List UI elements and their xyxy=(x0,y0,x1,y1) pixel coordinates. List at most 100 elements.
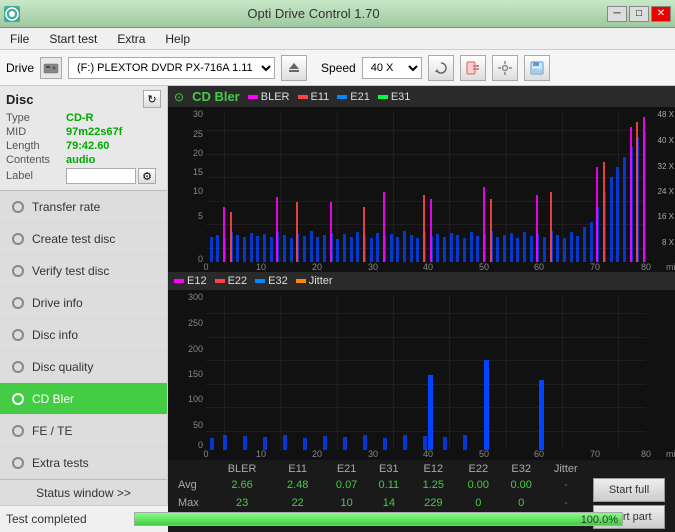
disc-contents-label: Contents xyxy=(6,154,66,166)
svg-text:0: 0 xyxy=(203,449,208,459)
disc-length-label: Length xyxy=(6,140,66,152)
svg-text:25: 25 xyxy=(193,129,203,139)
disc-mid-row: MID 97m22s67f xyxy=(6,126,161,138)
avg-e31: 0.11 xyxy=(368,476,410,494)
speed-label: Speed xyxy=(321,61,356,75)
sidebar-item-label: Disc info xyxy=(32,328,78,342)
col-header-bler: BLER xyxy=(214,462,270,476)
nav-icon-extra-tests xyxy=(10,455,26,471)
chart1-title: CD Bler xyxy=(192,89,240,104)
legend-e32: E32 xyxy=(255,275,288,287)
avg-bler: 2.66 xyxy=(214,476,270,494)
nav-icon-transfer xyxy=(10,199,26,215)
disc-refresh-button[interactable]: ↻ xyxy=(143,90,161,108)
toolbar: Drive (F:) PLEXTOR DVDR PX-716A 1.11 Spe… xyxy=(0,50,675,86)
label-gear-button[interactable]: ⚙ xyxy=(138,168,156,184)
menu-file[interactable]: File xyxy=(4,30,35,48)
maximize-button[interactable]: □ xyxy=(629,6,649,22)
disc-label-input[interactable] xyxy=(66,168,136,184)
content-area: ⊙ CD Bler BLER E11 E21 E31 xyxy=(168,86,675,505)
nav-icon-drive-info xyxy=(10,295,26,311)
svg-text:8 X: 8 X xyxy=(662,238,675,247)
erase-button[interactable] xyxy=(460,55,486,81)
sidebar-item-fe-te[interactable]: FE / TE xyxy=(0,415,167,447)
settings-button[interactable] xyxy=(492,55,518,81)
drive-label: Drive xyxy=(6,61,34,75)
progress-bar xyxy=(135,513,622,525)
start-full-button[interactable]: Start full xyxy=(593,478,665,502)
sidebar-item-disc-quality[interactable]: Disc quality xyxy=(0,351,167,383)
avg-e12: 1.25 xyxy=(410,476,457,494)
svg-text:24 X: 24 X xyxy=(658,187,675,196)
svg-text:min: min xyxy=(666,449,675,459)
disc-length-row: Length 79:42.60 xyxy=(6,140,161,152)
max-e31: 14 xyxy=(368,494,410,512)
chart1-svg: 30 25 20 15 10 5 0 0 10 20 30 40 50 60 7… xyxy=(168,107,675,272)
sidebar-item-label: FE / TE xyxy=(32,424,72,438)
svg-text:60: 60 xyxy=(534,449,544,459)
drive-select[interactable]: (F:) PLEXTOR DVDR PX-716A 1.11 xyxy=(68,57,275,79)
chart2-container: E12 E22 E32 Jitter xyxy=(168,272,675,460)
max-e12: 229 xyxy=(410,494,457,512)
col-header-e22: E22 xyxy=(457,462,500,476)
status-window-button[interactable]: Status window >> xyxy=(0,479,167,505)
svg-text:100: 100 xyxy=(188,394,203,404)
minimize-button[interactable]: ─ xyxy=(607,6,627,22)
sidebar-item-disc-info[interactable]: Disc info xyxy=(0,319,167,351)
max-jitter: - xyxy=(543,494,589,512)
svg-text:200: 200 xyxy=(188,344,203,354)
save-button[interactable] xyxy=(524,55,550,81)
svg-text:10: 10 xyxy=(193,186,203,196)
legend-e22: E22 xyxy=(215,275,248,287)
menu-extra[interactable]: Extra xyxy=(111,30,151,48)
close-button[interactable]: ✕ xyxy=(651,6,671,22)
svg-text:5: 5 xyxy=(198,211,203,221)
sidebar-item-transfer-rate[interactable]: Transfer rate xyxy=(0,191,167,223)
main-layout: Disc ↻ Type CD-R MID 97m22s67f Length 79… xyxy=(0,86,675,505)
svg-text:0: 0 xyxy=(198,254,203,264)
nav-icon-create xyxy=(10,231,26,247)
svg-text:40 X: 40 X xyxy=(658,136,675,145)
sidebar-item-cd-bler[interactable]: CD Bler xyxy=(0,383,167,415)
svg-text:30: 30 xyxy=(368,449,378,459)
sidebar-item-drive-info[interactable]: Drive info xyxy=(0,287,167,319)
legend-e11: E11 xyxy=(298,91,330,103)
col-header-e21: E21 xyxy=(325,462,368,476)
svg-text:min: min xyxy=(666,262,675,272)
disc-length-value: 79:42.60 xyxy=(66,140,109,152)
disc-type-label: Type xyxy=(6,112,66,124)
row-label-avg: Avg xyxy=(174,476,214,494)
sidebar-item-label: Create test disc xyxy=(32,232,115,246)
nav-icon-cd-bler xyxy=(10,391,26,407)
sidebar-item-label: Drive info xyxy=(32,296,83,310)
nav-icon-disc-info xyxy=(10,327,26,343)
avg-e32: 0.00 xyxy=(500,476,543,494)
legend-e21: E21 xyxy=(337,91,370,103)
col-header-e31: E31 xyxy=(368,462,410,476)
sidebar-item-create-test-disc[interactable]: Create test disc xyxy=(0,223,167,255)
svg-text:70: 70 xyxy=(590,262,600,272)
legend-e12: E12 xyxy=(174,275,207,287)
sidebar-item-verify-test-disc[interactable]: Verify test disc xyxy=(0,255,167,287)
legend-jitter: Jitter xyxy=(296,275,333,287)
drive-icon xyxy=(40,57,62,79)
svg-text:48 X: 48 X xyxy=(658,110,675,119)
legend-e31: E31 xyxy=(378,91,411,103)
svg-text:10: 10 xyxy=(256,449,266,459)
chart2-svg: 300 250 200 150 100 50 0 0 10 20 30 40 5… xyxy=(168,290,675,460)
refresh-button[interactable] xyxy=(428,55,454,81)
col-header-empty xyxy=(174,462,214,476)
eject-button[interactable] xyxy=(281,55,307,81)
speed-select[interactable]: 40 X 8 X 16 X 24 X 32 X 48 X xyxy=(362,57,422,79)
sidebar-item-extra-tests[interactable]: Extra tests xyxy=(0,447,167,479)
svg-text:20: 20 xyxy=(193,148,203,158)
menu-help[interactable]: Help xyxy=(159,30,196,48)
disc-label-row: Label ⚙ xyxy=(6,168,161,184)
legend-bler: BLER xyxy=(248,91,290,103)
nav-icon-verify xyxy=(10,263,26,279)
stats-row-avg: Avg 2.66 2.48 0.07 0.11 1.25 0.00 0.00 -… xyxy=(174,476,669,494)
svg-text:30: 30 xyxy=(368,262,378,272)
svg-text:50: 50 xyxy=(193,420,203,430)
menu-start-test[interactable]: Start test xyxy=(43,30,103,48)
disc-label-label: Label xyxy=(6,170,66,182)
